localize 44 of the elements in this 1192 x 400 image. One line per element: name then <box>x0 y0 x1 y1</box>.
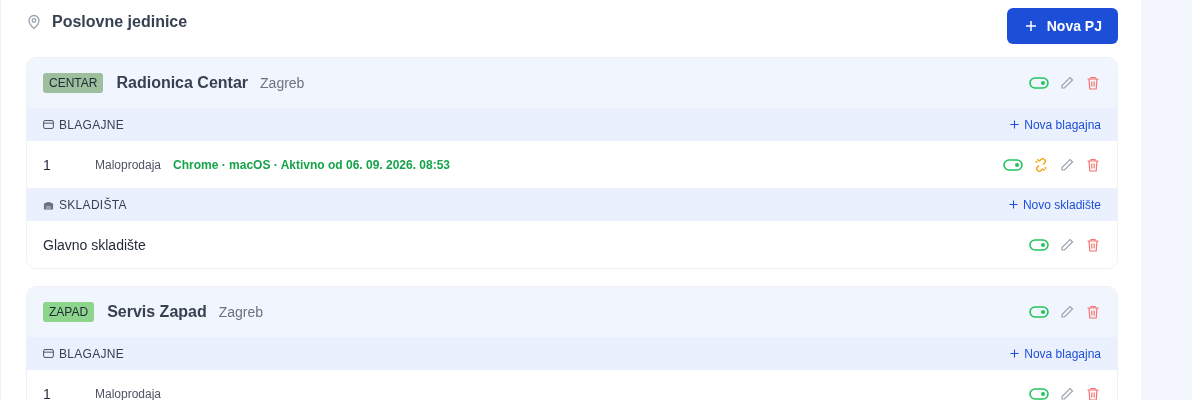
toggle-icon[interactable] <box>1029 77 1049 89</box>
delete-icon[interactable] <box>1085 156 1101 173</box>
unit-name: Servis Zapad <box>107 303 207 321</box>
plus-icon <box>1024 20 1037 32</box>
toggle-icon[interactable] <box>1003 158 1023 171</box>
add-link[interactable]: Nova blagajna <box>1010 346 1101 361</box>
section-title: BLAGAJNE <box>59 346 125 361</box>
delete-icon[interactable] <box>1085 236 1101 253</box>
plus-icon <box>1010 120 1020 129</box>
edit-icon[interactable] <box>1059 385 1075 400</box>
unit-tag: CENTAR <box>43 73 104 93</box>
plus-icon <box>1010 349 1020 358</box>
edit-icon[interactable] <box>1059 236 1075 253</box>
register-number: 1 <box>43 385 52 400</box>
edit-icon[interactable] <box>1059 156 1075 173</box>
add-link[interactable]: Nova blagajna <box>1010 117 1101 132</box>
register-name: Maloprodaja <box>95 157 162 172</box>
warehouse-icon <box>43 199 54 210</box>
section-title: BLAGAJNE <box>59 117 125 132</box>
delete-icon[interactable] <box>1085 304 1101 320</box>
add-link[interactable]: Novo skladište <box>1008 197 1101 212</box>
plus-icon <box>1008 200 1018 209</box>
unit-tag: ZAPAD <box>43 302 95 322</box>
toggle-icon[interactable] <box>1029 306 1049 318</box>
unit-name: Radionica Centar <box>116 74 249 92</box>
unlink-icon[interactable] <box>1033 156 1049 173</box>
warehouse-name: Glavno skladište <box>43 236 146 253</box>
page-title: Poslovne jedinice <box>52 13 188 31</box>
session-info: Chrome · macOS · Aktivno od 06. 09. 2026. 08:53 <box>173 157 451 172</box>
edit-icon[interactable] <box>1059 75 1075 91</box>
register-number: 1 <box>43 156 52 173</box>
card-icon <box>43 120 54 129</box>
unit-city: Zagreb <box>260 75 305 91</box>
delete-icon[interactable] <box>1085 75 1101 91</box>
map-pin-icon <box>26 14 42 30</box>
toggle-icon[interactable] <box>1029 238 1049 251</box>
unit-city: Zagreb <box>218 304 264 320</box>
new-unit-button[interactable]: Nova PJ <box>1006 8 1118 44</box>
delete-icon[interactable] <box>1085 385 1101 400</box>
register-name: Maloprodaja <box>95 386 162 400</box>
section-title: SKLADIŠTA <box>59 197 127 212</box>
edit-icon[interactable] <box>1059 304 1075 320</box>
toggle-icon[interactable] <box>1029 387 1049 400</box>
card-icon <box>43 349 54 358</box>
